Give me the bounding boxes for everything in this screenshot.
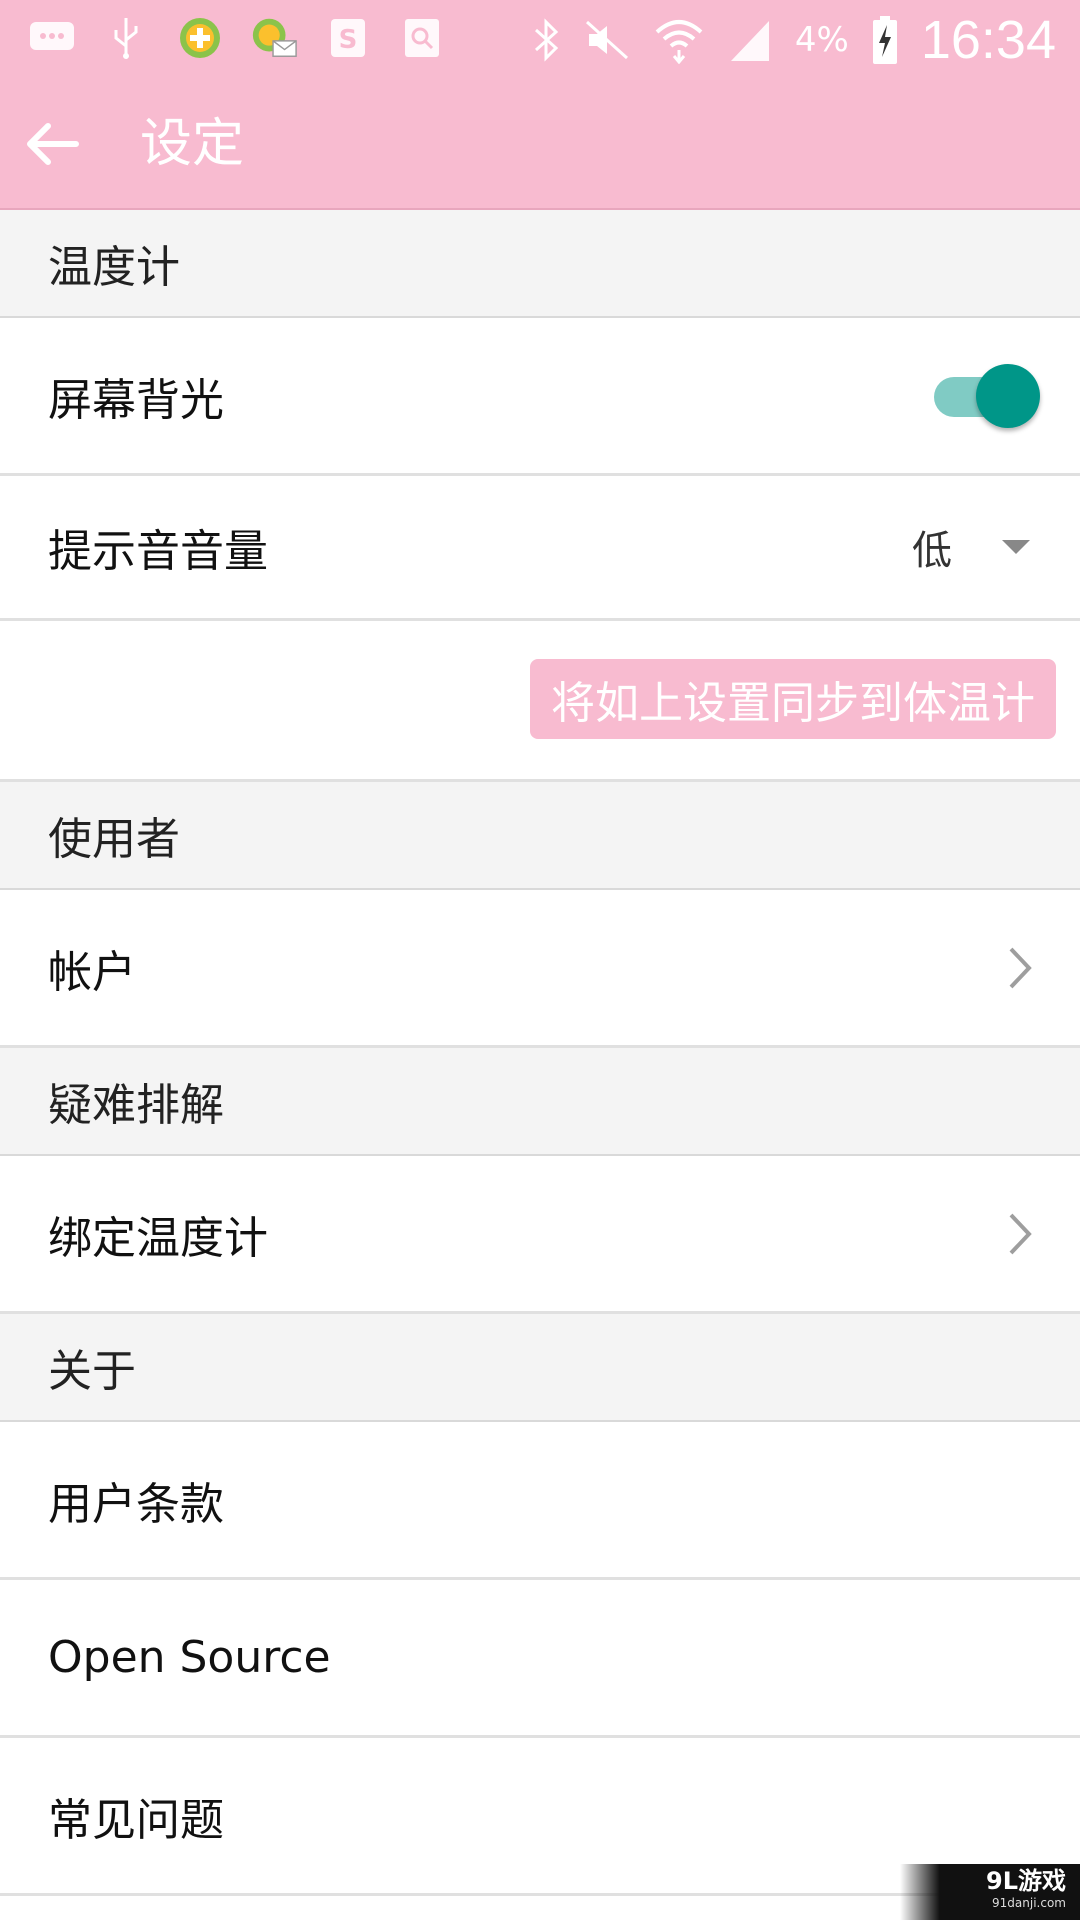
sync-row: 将如上设置同步到体温计 [0,621,1080,782]
volume-label: 提示音音量 [48,526,268,577]
watermark-sub-text: 91danji.com [992,1896,1066,1910]
volume-value: 低 [912,528,952,574]
settings-list: 温度计 屏幕背光 提示音音量 低 将如上设置同步到体温计 使用者 帐户 疑难排解… [0,210,1080,1896]
watermark-logo: 9L游戏 91danji.com [900,1864,1080,1920]
account-row[interactable]: 帐户 [0,890,1080,1048]
sync-settings-button[interactable]: 将如上设置同步到体温计 [530,659,1056,739]
dropdown-caret-icon [1002,540,1030,554]
app-bar: 设定 [0,80,1080,210]
section-header-user: 使用者 [0,782,1080,890]
toggle-thumb [976,363,1040,428]
chevron-right-icon [1000,1209,1040,1259]
chat-notification-icon [28,14,76,62]
backlight-label: 屏幕背光 [48,374,224,426]
watermark-main-text: 9L游戏 [986,1867,1066,1895]
back-button[interactable] [18,110,86,178]
backlight-row: 屏幕背光 [0,318,1080,476]
volume-row: 提示音音量 低 [0,476,1080,621]
wifi-icon [655,20,703,64]
bind-thermometer-row[interactable]: 绑定温度计 [0,1156,1080,1314]
app-360-icon [176,14,224,62]
clock: 16:34 [920,10,1056,70]
account-label: 帐户 [48,946,136,998]
open-source-label: Open Source [48,1632,331,1683]
arrow-back-icon [27,123,79,165]
battery-percent: 4% [794,20,849,60]
status-notification-icons: S [28,14,446,62]
terms-row[interactable]: 用户条款 [0,1422,1080,1580]
bluetooth-icon [534,18,559,62]
mute-icon [585,20,628,60]
bind-thermometer-label: 绑定温度计 [48,1212,268,1264]
faq-label: 常见问题 [48,1794,224,1846]
status-system-icons: 4% 16:34 [531,8,1056,72]
battery-charging-icon [872,16,897,64]
search-app-icon [398,14,446,62]
usb-icon [102,14,150,62]
svg-text:S: S [339,25,358,55]
signal-icon [730,21,769,61]
section-header-troubleshoot: 疑难排解 [0,1048,1080,1156]
status-bar: S 4% 16:34 [0,0,1080,80]
section-header-thermometer: 温度计 [0,210,1080,318]
chevron-right-icon [1000,943,1040,993]
terms-label: 用户条款 [48,1478,224,1530]
backlight-toggle[interactable] [930,361,1040,431]
s-app-icon: S [324,14,372,62]
volume-dropdown[interactable]: 低 [912,518,1040,576]
section-header-about: 关于 [0,1314,1080,1422]
page-title: 设定 [140,114,245,174]
app-360-mail-icon [250,14,298,62]
open-source-row[interactable]: Open Source [0,1580,1080,1738]
